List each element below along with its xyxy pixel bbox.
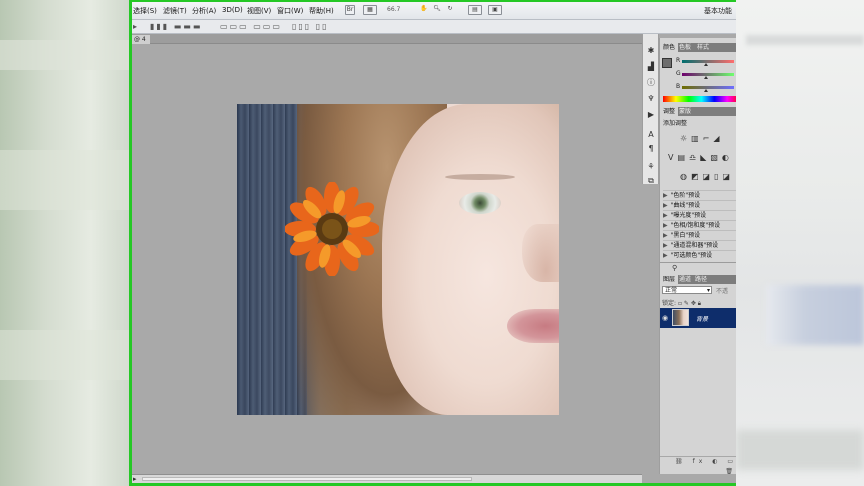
tab-swatches[interactable]: 色板: [676, 43, 694, 52]
document-tab[interactable]: @ 4: [132, 35, 150, 44]
adjustments-footer-icon[interactable]: ⚲: [672, 264, 681, 272]
preset-hue-saturation[interactable]: ▶ "色相/饱和度"预设: [663, 220, 736, 229]
menu-filter[interactable]: 滤镜(T): [163, 6, 187, 16]
lock-icons[interactable]: ▫ ✎ ✥ 🔒︎: [678, 300, 701, 307]
tab-masks[interactable]: 蒙版: [676, 107, 694, 116]
character-icon[interactable]: A: [646, 130, 656, 140]
color-spectrum-bar[interactable]: [663, 96, 736, 102]
tab-paths[interactable]: 路径: [692, 275, 710, 284]
preset-selective-color[interactable]: ▶ "可选颜色"预设: [663, 250, 736, 259]
canvas-area[interactable]: [132, 44, 642, 474]
screen-mode-icon[interactable]: ▣: [488, 5, 502, 15]
workspace-switcher[interactable]: 基本功能: [704, 6, 732, 16]
tool-presets-icon[interactable]: ⧉: [646, 176, 656, 186]
opacity-label: 不透: [716, 288, 729, 295]
navigator-icon[interactable]: ✱: [646, 46, 656, 56]
layer-name: 背景: [696, 316, 709, 323]
actions-icon[interactable]: ▶: [646, 110, 656, 120]
blurred-background-left: [0, 0, 130, 486]
horizontal-scrollbar[interactable]: ▸: [132, 474, 642, 483]
preset-exposure[interactable]: ▶ "曝光度"预设: [663, 210, 736, 219]
menu-3d[interactable]: 3D(D): [222, 6, 243, 14]
lock-label: 锁定:: [662, 300, 677, 307]
distribute-horizontal-icons[interactable]: ▯▯▯ ▯▯: [292, 22, 329, 31]
add-adjustment-title: 添加调整: [663, 120, 688, 127]
preset-levels[interactable]: ▶ "色阶"预设: [663, 190, 736, 199]
menu-view[interactable]: 视图(V): [247, 6, 271, 16]
sunflower: [285, 182, 379, 276]
visibility-eye-icon[interactable]: ◉: [662, 314, 668, 322]
eye: [459, 192, 501, 214]
adjustment-icons-row-1[interactable]: ☼▥⌐◢: [680, 134, 724, 143]
red-slider[interactable]: R: [676, 57, 734, 66]
collapsed-panel-icons: ✱ ▟ ⓘ ♆ ▶ A ¶ ⚘ ⧉: [642, 34, 659, 186]
preset-curves[interactable]: ▶ "曲线"预设: [663, 200, 736, 209]
menu-select[interactable]: 选择(S): [133, 6, 157, 16]
scroll-left-icon[interactable]: ▸: [133, 475, 137, 483]
clone-source-icon[interactable]: ⚘: [646, 162, 656, 172]
histogram-icon[interactable]: ▟: [646, 62, 656, 72]
history-icon[interactable]: ♆: [646, 94, 656, 104]
menu-analysis[interactable]: 分析(A): [192, 6, 216, 16]
eyebrow: [445, 174, 515, 180]
document-tab-bar: @ 4: [132, 34, 642, 44]
lock-row: 锁定: ▫ ✎ ✥ 🔒︎: [662, 298, 701, 308]
menu-window[interactable]: 窗口(W): [277, 6, 303, 16]
green-slider[interactable]: G: [676, 70, 734, 79]
blurred-background-right: [736, 0, 864, 486]
align-icons[interactable]: ▮▮▮ ▬▬▬: [150, 22, 202, 31]
scroll-track[interactable]: [142, 477, 472, 481]
layers-panel-footer-icons[interactable]: ⛓ fx ◐ ▭ 🗑︎: [660, 456, 736, 475]
nose: [522, 224, 559, 282]
tab-styles[interactable]: 样式: [694, 43, 712, 52]
rotate-view-icon[interactable]: ↻: [445, 5, 455, 15]
layer-thumbnail: [672, 309, 689, 326]
adjustments-panel-tabs: 调整 蒙版: [660, 107, 736, 116]
menu-bar: 选择(S) 滤镜(T) 分析(A) 3D(D) 视图(V) 窗口(W) 帮助(H…: [132, 2, 736, 20]
lips: [507, 309, 559, 343]
blue-slider[interactable]: B: [676, 83, 734, 92]
layers-panel-tabs: 图层 通道 路径: [660, 275, 736, 284]
zoom-level[interactable]: 66.7: [387, 6, 400, 13]
info-icon[interactable]: ⓘ: [646, 78, 656, 88]
panel-dock: 颜色 色板 样式 R G B 调整 蒙版 添加调整 ☼▥⌐◢ V▤♎◣▧◐ ◍◩…: [659, 38, 736, 475]
photoshop-window: 选择(S) 滤镜(T) 分析(A) 3D(D) 视图(V) 窗口(W) 帮助(H…: [129, 0, 736, 486]
layer-row-background[interactable]: ◉ 背景: [660, 308, 736, 328]
preset-black-white[interactable]: ▶ "黑白"预设: [663, 230, 736, 239]
adjustment-icons-row-3[interactable]: ◍◩◪▯◪: [680, 172, 734, 181]
foreground-color-swatch[interactable]: [662, 58, 672, 68]
adjustment-icons-row-2[interactable]: V▤♎◣▧◐: [668, 153, 733, 162]
color-panel-tabs: 颜色 色板 样式: [660, 43, 736, 52]
paragraph-icon[interactable]: ¶: [646, 144, 656, 154]
bridge-icon[interactable]: Br: [345, 5, 355, 15]
photo-canvas[interactable]: [237, 104, 559, 415]
arrange-documents-icon[interactable]: ▤: [468, 5, 482, 15]
extras-icon[interactable]: ▦: [363, 5, 377, 15]
distribute-icons[interactable]: ▭▭▭ ▭▭▭: [220, 22, 282, 31]
blend-mode-select[interactable]: 正常: [662, 286, 712, 294]
tool-preset-icon[interactable]: ▸: [133, 22, 139, 31]
preset-channel-mixer[interactable]: ▶ "通道混和器"预设: [663, 240, 736, 249]
options-bar: ▸ ▮▮▮ ▬▬▬ ▭▭▭ ▭▭▭ ▯▯▯ ▯▯: [132, 20, 736, 34]
zoom-tool-icon[interactable]: 🔍︎: [432, 5, 442, 15]
menu-help[interactable]: 帮助(H): [309, 6, 334, 16]
hand-tool-icon[interactable]: ✋: [419, 5, 429, 15]
